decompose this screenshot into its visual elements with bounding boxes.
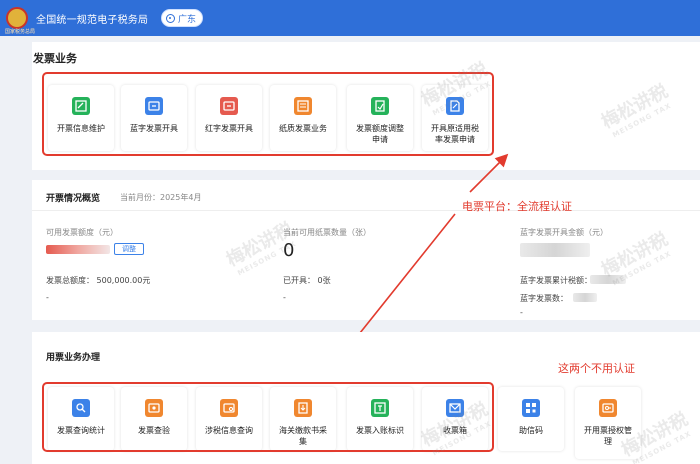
tile-label: 助信码 (519, 426, 543, 435)
ticket-business-title: 用票业务办理 (46, 353, 101, 363)
qr-code-icon (522, 399, 540, 417)
tile-authorization-management[interactable]: 开用票授权管理 (575, 387, 641, 459)
tile-label: 开用票授权管理 (584, 426, 632, 446)
authorization-icon (599, 399, 617, 417)
highlight-box-ticket-business (42, 382, 494, 452)
tile-helper-code[interactable]: 助信码 (498, 387, 564, 451)
annotation-no-auth: 这两个不用认证 (558, 362, 635, 375)
